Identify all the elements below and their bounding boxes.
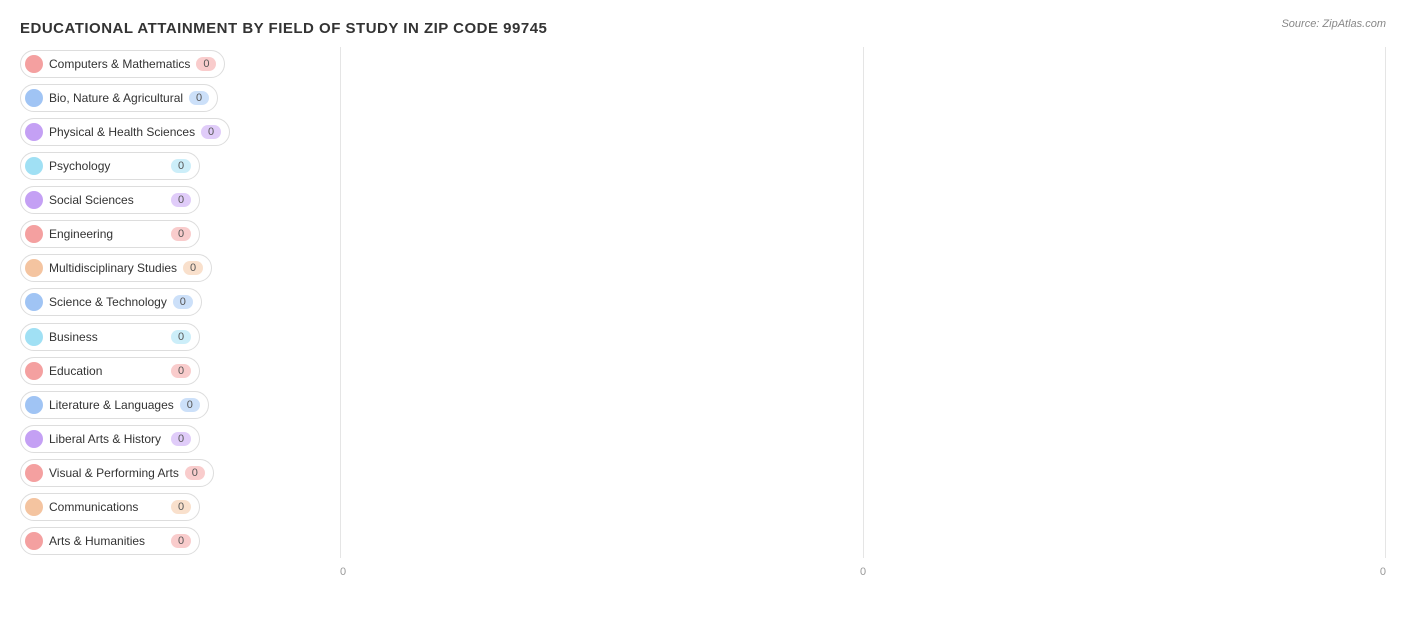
- bar-row: Arts & Humanities 0: [20, 524, 340, 558]
- bar-color-dot: [25, 396, 43, 414]
- bar-label-text: Science & Technology: [49, 295, 167, 309]
- bar-value-badge: 0: [183, 261, 203, 275]
- bar-label-container: Literature & Languages 0: [20, 391, 209, 419]
- chart-title: EDUCATIONAL ATTAINMENT BY FIELD OF STUDY…: [20, 20, 1386, 37]
- grid-line-1: [340, 47, 341, 558]
- bar-value-badge: 0: [171, 159, 191, 173]
- bar-label-text: Communications: [49, 500, 165, 514]
- bar-color-dot: [25, 464, 43, 482]
- grid-line-3: [1385, 47, 1386, 558]
- bar-color-dot: [25, 532, 43, 550]
- bar-label-container: Visual & Performing Arts 0: [20, 459, 214, 487]
- x-label-1: 0: [860, 566, 866, 578]
- bar-label-container: Arts & Humanities 0: [20, 527, 200, 555]
- bar-label-container: Computers & Mathematics 0: [20, 50, 225, 78]
- bar-label-container: Social Sciences 0: [20, 186, 200, 214]
- bar-row: Engineering 0: [20, 217, 340, 251]
- x-label-2: 0: [1380, 566, 1386, 578]
- bar-label-text: Social Sciences: [49, 193, 165, 207]
- bar-label-container: Education 0: [20, 357, 200, 385]
- bar-color-dot: [25, 259, 43, 277]
- bar-label-container: Science & Technology 0: [20, 288, 202, 316]
- source-label: Source: ZipAtlas.com: [1281, 18, 1386, 30]
- bar-row: Visual & Performing Arts 0: [20, 456, 340, 490]
- bar-label-text: Physical & Health Sciences: [49, 125, 195, 139]
- bar-row: Psychology 0: [20, 149, 340, 183]
- bar-row: Bio, Nature & Agricultural 0: [20, 81, 340, 115]
- bar-value-badge: 0: [171, 500, 191, 514]
- bar-row: Social Sciences 0: [20, 183, 340, 217]
- grid-line-2: [863, 47, 864, 558]
- bar-row: Communications 0: [20, 490, 340, 524]
- bar-color-dot: [25, 430, 43, 448]
- bar-row: Science & Technology 0: [20, 285, 340, 319]
- bar-label-container: Communications 0: [20, 493, 200, 521]
- bar-row: Liberal Arts & History 0: [20, 422, 340, 456]
- bar-color-dot: [25, 293, 43, 311]
- bar-color-dot: [25, 498, 43, 516]
- bar-label-text: Engineering: [49, 227, 165, 241]
- bar-color-dot: [25, 89, 43, 107]
- bar-color-dot: [25, 191, 43, 209]
- bar-color-dot: [25, 55, 43, 73]
- bar-label-text: Multidisciplinary Studies: [49, 261, 177, 275]
- bar-row: Business 0: [20, 320, 340, 354]
- bar-value-badge: 0: [196, 57, 216, 71]
- bar-value-badge: 0: [171, 534, 191, 548]
- bar-color-dot: [25, 362, 43, 380]
- bar-row: Computers & Mathematics 0: [20, 47, 340, 81]
- bar-label-container: Liberal Arts & History 0: [20, 425, 200, 453]
- bar-label-container: Engineering 0: [20, 220, 200, 248]
- bar-color-dot: [25, 157, 43, 175]
- bar-value-badge: 0: [201, 125, 221, 139]
- bar-label-container: Physical & Health Sciences 0: [20, 118, 230, 146]
- x-axis-labels: 0 0 0: [340, 566, 1386, 578]
- bar-value-badge: 0: [180, 398, 200, 412]
- bar-row: Physical & Health Sciences 0: [20, 115, 340, 149]
- bar-label-text: Visual & Performing Arts: [49, 466, 179, 480]
- chart-area: Computers & Mathematics0Bio, Nature & Ag…: [20, 47, 1386, 578]
- chart-container: EDUCATIONAL ATTAINMENT BY FIELD OF STUDY…: [0, 0, 1406, 631]
- bar-row: Literature & Languages 0: [20, 388, 340, 422]
- bar-label-text: Liberal Arts & History: [49, 432, 165, 446]
- bar-value-badge: 0: [171, 432, 191, 446]
- bar-value-badge: 0: [189, 91, 209, 105]
- x-label-0: 0: [340, 566, 346, 578]
- grid-lines: [340, 47, 1386, 558]
- bar-color-dot: [25, 123, 43, 141]
- bar-label-text: Psychology: [49, 159, 165, 173]
- bar-value-badge: 0: [185, 466, 205, 480]
- bar-label-text: Business: [49, 330, 165, 344]
- bars-section: Computers & Mathematics0Bio, Nature & Ag…: [20, 47, 340, 578]
- bar-label-text: Education: [49, 364, 165, 378]
- bar-label-text: Bio, Nature & Agricultural: [49, 91, 183, 105]
- bar-row: Multidisciplinary Studies 0: [20, 251, 340, 285]
- bar-value-badge: 0: [171, 364, 191, 378]
- bar-label-text: Arts & Humanities: [49, 534, 165, 548]
- bar-label-container: Business 0: [20, 323, 200, 351]
- bar-label-text: Computers & Mathematics: [49, 57, 190, 71]
- bar-label-container: Multidisciplinary Studies 0: [20, 254, 212, 282]
- bar-value-badge: 0: [171, 227, 191, 241]
- bar-value-badge: 0: [171, 330, 191, 344]
- bar-label-text: Literature & Languages: [49, 398, 174, 412]
- bar-label-container: Psychology 0: [20, 152, 200, 180]
- bar-value-badge: 0: [173, 295, 193, 309]
- grid-section: 0 0 0: [340, 47, 1386, 578]
- bar-label-container: Bio, Nature & Agricultural 0: [20, 84, 218, 112]
- bar-color-dot: [25, 225, 43, 243]
- bar-row: Education 0: [20, 354, 340, 388]
- bar-color-dot: [25, 328, 43, 346]
- bar-value-badge: 0: [171, 193, 191, 207]
